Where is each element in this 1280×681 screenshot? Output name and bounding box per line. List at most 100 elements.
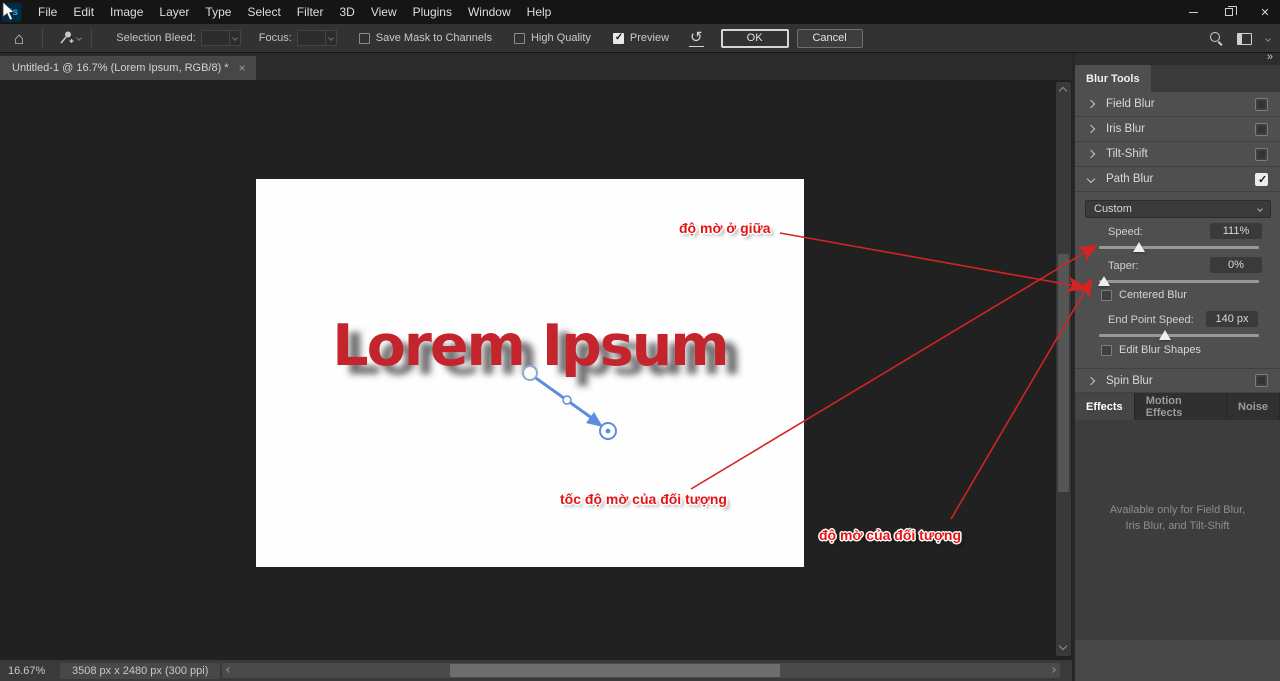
preview-checkbox[interactable] bbox=[613, 33, 624, 44]
panel-tab-row: Blur Tools bbox=[1075, 65, 1280, 92]
speed-slider-thumb[interactable] bbox=[1133, 242, 1145, 252]
menu-edit[interactable]: Edit bbox=[65, 1, 102, 23]
focus-input[interactable] bbox=[297, 30, 337, 46]
menu-select[interactable]: Select bbox=[239, 1, 288, 23]
document-tab[interactable]: Untitled-1 @ 16.7% (Lorem Ipsum, RGB/8) … bbox=[0, 56, 256, 80]
high-quality-checkbox-group[interactable]: High Quality bbox=[514, 32, 591, 44]
effects-empty-message: Available only for Field Blur, Iris Blur… bbox=[1075, 503, 1280, 535]
document-tab-bar: Untitled-1 @ 16.7% (Lorem Ipsum, RGB/8) … bbox=[0, 53, 1072, 80]
chevron-right-icon[interactable] bbox=[1087, 150, 1095, 158]
tool-preset-chevron-icon[interactable] bbox=[76, 35, 82, 41]
status-bar: 16.67% 3508 px x 2480 px (300 ppi) bbox=[0, 660, 1072, 681]
blur-pin-tool-icon[interactable] bbox=[57, 29, 75, 47]
menu-window[interactable]: Window bbox=[460, 1, 519, 23]
speed-value[interactable]: 111% bbox=[1210, 223, 1262, 239]
tab-motion-effects[interactable]: Motion Effects bbox=[1135, 393, 1227, 420]
cancel-button[interactable]: Cancel bbox=[797, 29, 863, 48]
menu-3d[interactable]: 3D bbox=[331, 1, 362, 23]
selection-bleed-input[interactable] bbox=[201, 30, 241, 46]
document-tab-close-icon[interactable]: × bbox=[239, 61, 246, 75]
chevron-right-icon[interactable] bbox=[1087, 100, 1095, 108]
menu-help[interactable]: Help bbox=[519, 1, 560, 23]
tilt-shift-checkbox[interactable] bbox=[1255, 148, 1268, 161]
chevron-down-icon[interactable] bbox=[325, 31, 336, 45]
chevron-right-icon[interactable] bbox=[1087, 125, 1095, 133]
chevron-down-icon[interactable] bbox=[229, 31, 240, 45]
canvas-area[interactable]: Lorem Ipsum bbox=[0, 80, 1072, 660]
scroll-right-icon[interactable] bbox=[1050, 667, 1056, 673]
edit-blur-shapes-label: Edit Blur Shapes bbox=[1119, 344, 1201, 356]
section-tilt-shift[interactable]: Tilt-Shift bbox=[1075, 142, 1280, 167]
menu-layer[interactable]: Layer bbox=[151, 1, 197, 23]
section-path-blur[interactable]: Path Blur bbox=[1075, 167, 1280, 192]
section-field-blur[interactable]: Field Blur bbox=[1075, 92, 1280, 117]
menu-image[interactable]: Image bbox=[102, 1, 151, 23]
ok-button[interactable]: OK bbox=[721, 29, 789, 48]
taper-slider-thumb[interactable] bbox=[1098, 276, 1110, 286]
restore-icon[interactable] bbox=[1222, 5, 1236, 19]
end-point-speed-slider-thumb[interactable] bbox=[1159, 330, 1171, 340]
search-icon[interactable] bbox=[1210, 32, 1223, 45]
workspace-chevron-icon[interactable] bbox=[1265, 36, 1271, 42]
save-mask-checkbox[interactable] bbox=[359, 33, 370, 44]
slider-track[interactable] bbox=[1099, 246, 1259, 249]
path-blur-checkbox[interactable] bbox=[1255, 173, 1268, 186]
end-point-speed-label: End Point Speed: bbox=[1108, 314, 1194, 326]
spin-blur-section-wrap: Spin Blur bbox=[1075, 368, 1280, 393]
section-iris-blur[interactable]: Iris Blur bbox=[1075, 117, 1280, 142]
home-icon[interactable]: ⌂ bbox=[14, 30, 24, 47]
minimize-icon[interactable] bbox=[1186, 5, 1200, 19]
section-label: Spin Blur bbox=[1106, 375, 1255, 387]
iris-blur-checkbox[interactable] bbox=[1255, 123, 1268, 136]
vertical-scrollbar[interactable] bbox=[1056, 82, 1071, 656]
centered-blur-checkbox-group[interactable]: Centered Blur bbox=[1101, 289, 1187, 301]
section-spin-blur[interactable]: Spin Blur bbox=[1075, 368, 1280, 393]
horizontal-scrollbar[interactable] bbox=[222, 663, 1060, 678]
taper-slider[interactable] bbox=[1099, 276, 1259, 286]
edit-blur-shapes-checkbox-group[interactable]: Edit Blur Shapes bbox=[1101, 344, 1201, 356]
horizontal-scrollbar-thumb[interactable] bbox=[450, 664, 780, 677]
panel-footer bbox=[1075, 640, 1280, 681]
document-info[interactable]: 3508 px x 2480 px (300 ppi) bbox=[60, 663, 220, 679]
annotation-middle-blur: độ mờ ở giữa bbox=[679, 220, 771, 236]
blur-tools-tab[interactable]: Blur Tools bbox=[1075, 65, 1151, 92]
taper-value[interactable]: 0% bbox=[1210, 257, 1262, 273]
workspace-switcher-icon[interactable] bbox=[1237, 33, 1252, 45]
scroll-left-icon[interactable] bbox=[226, 667, 232, 673]
document-canvas[interactable]: Lorem Ipsum bbox=[256, 179, 804, 567]
preview-checkbox-group[interactable]: Preview bbox=[613, 32, 669, 44]
menu-file[interactable]: File bbox=[30, 1, 65, 23]
field-blur-checkbox[interactable] bbox=[1255, 98, 1268, 111]
zoom-level[interactable]: 16.67% bbox=[8, 665, 54, 677]
menu-filter[interactable]: Filter bbox=[289, 1, 332, 23]
menu-plugins[interactable]: Plugins bbox=[405, 1, 460, 23]
spin-blur-checkbox[interactable] bbox=[1255, 374, 1268, 387]
chevron-down-icon[interactable] bbox=[1087, 175, 1095, 183]
annotation-object-blur-speed: tốc độ mờ của đối tượng bbox=[560, 491, 727, 507]
high-quality-checkbox[interactable] bbox=[514, 33, 525, 44]
expand-panel-icon[interactable]: » bbox=[1267, 51, 1272, 63]
effects-panel-body: Available only for Field Blur, Iris Blur… bbox=[1075, 420, 1280, 640]
save-mask-checkbox-group[interactable]: Save Mask to Channels bbox=[359, 32, 492, 44]
centered-blur-checkbox[interactable] bbox=[1101, 290, 1112, 301]
tab-noise[interactable]: Noise bbox=[1227, 393, 1280, 420]
tab-effects[interactable]: Effects bbox=[1075, 393, 1135, 420]
path-blur-preset-select[interactable]: Custom bbox=[1085, 200, 1271, 218]
close-icon[interactable]: ✕ bbox=[1258, 5, 1272, 19]
end-point-speed-value[interactable]: 140 px bbox=[1206, 311, 1258, 327]
chevron-right-icon[interactable] bbox=[1087, 376, 1095, 384]
scroll-down-icon[interactable] bbox=[1059, 642, 1067, 650]
edit-blur-shapes-checkbox[interactable] bbox=[1101, 345, 1112, 356]
menu-type[interactable]: Type bbox=[197, 1, 239, 23]
end-point-speed-slider[interactable] bbox=[1099, 330, 1259, 340]
separator bbox=[91, 28, 92, 48]
reset-icon[interactable]: ↺ bbox=[689, 30, 704, 47]
scroll-up-icon[interactable] bbox=[1059, 87, 1067, 95]
selection-bleed-label: Selection Bleed: bbox=[116, 32, 196, 44]
vertical-scrollbar-thumb[interactable] bbox=[1058, 254, 1069, 492]
menu-view[interactable]: View bbox=[363, 1, 405, 23]
slider-track[interactable] bbox=[1099, 334, 1259, 337]
taper-label: Taper: bbox=[1108, 260, 1139, 272]
slider-track[interactable] bbox=[1099, 280, 1259, 283]
speed-slider[interactable] bbox=[1099, 242, 1259, 252]
